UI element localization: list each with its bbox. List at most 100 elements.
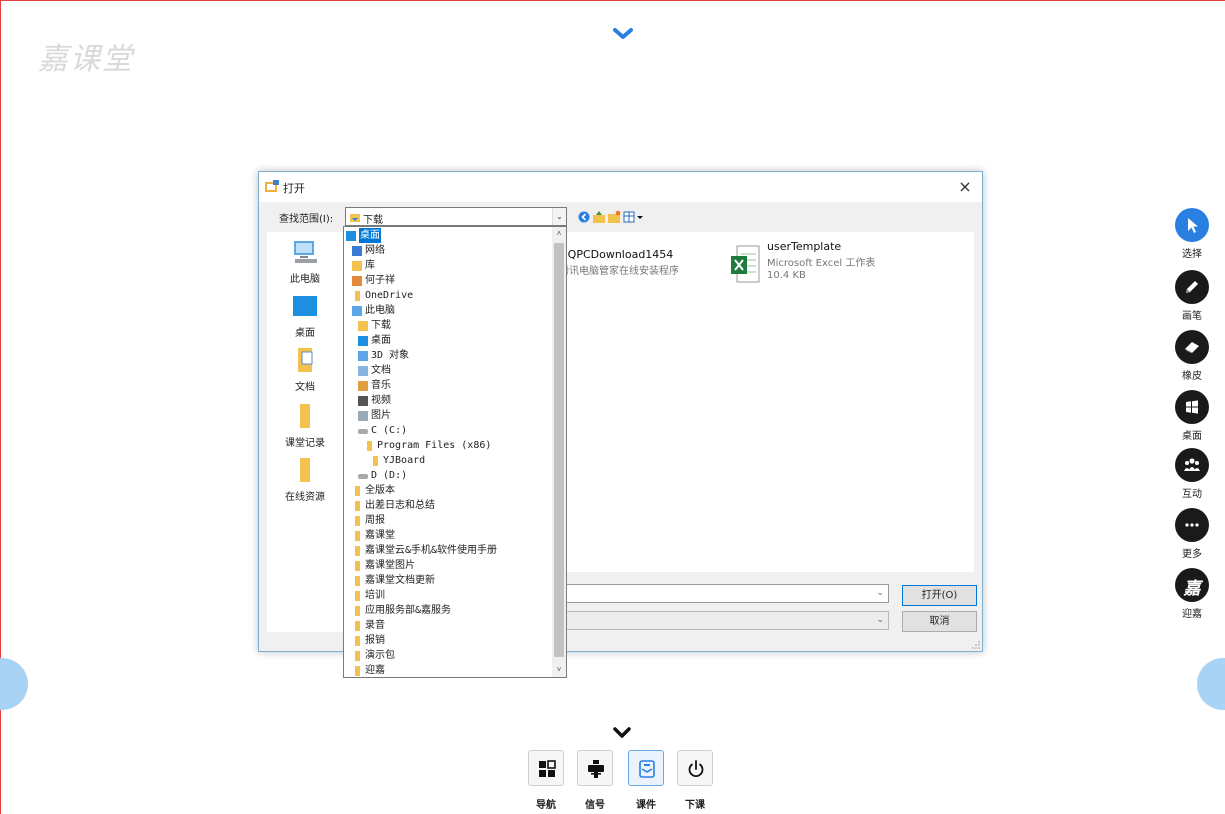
file-item[interactable]: QQPCDownload1454 腾讯电脑管家在线安装程序 <box>545 240 719 288</box>
desktop-icon <box>293 296 317 316</box>
bottom-endclass-button[interactable]: 下课 <box>677 750 713 811</box>
tool-brand[interactable]: 嘉 迎嘉 <box>1173 568 1211 626</box>
cursor-icon <box>1175 208 1209 242</box>
dropdown-item-label: Program Files (x86) <box>377 440 492 451</box>
dropdown-item[interactable]: 桌面 <box>344 228 551 243</box>
dropdown-item-label: OneDrive <box>365 290 414 301</box>
tool-pen[interactable]: 画笔 <box>1173 270 1211 328</box>
tool-select[interactable]: 选择 <box>1173 208 1211 266</box>
dropdown-item[interactable]: YJBoard <box>344 453 551 468</box>
collapse-bottom-chevron-icon[interactable] <box>612 726 632 740</box>
dropdown-item[interactable]: 嘉课堂云&手机&软件使用手册 <box>344 543 551 558</box>
place-desktop[interactable]: 桌面 <box>267 292 343 339</box>
dropdown-item[interactable]: 全版本 <box>344 483 551 498</box>
dropdown-item[interactable]: 出差日志和总结 <box>344 498 551 513</box>
dropdown-item[interactable]: 库 <box>344 258 551 273</box>
open-button[interactable]: 打开(O) <box>902 585 977 606</box>
resize-grip-icon[interactable] <box>972 641 980 649</box>
dropdown-item[interactable]: 应用服务部&嘉服务 <box>344 603 551 618</box>
new-folder-icon[interactable] <box>607 209 621 223</box>
dialog-titlebar: 打开 × <box>259 172 982 202</box>
dropdown-item-label: YJBoard <box>383 455 426 466</box>
file-type-combobox[interactable]: ⌄ <box>559 611 889 630</box>
chevron-down-icon[interactable]: ⌄ <box>552 208 566 225</box>
dropdown-item[interactable]: 培训 <box>344 588 551 603</box>
dropdown-item-label: 桌面 <box>359 228 381 243</box>
drive-icon <box>358 429 368 434</box>
dropdown-item[interactable]: Program Files (x86) <box>344 438 551 453</box>
dropdown-item[interactable]: 嘉课堂文档更新 <box>344 573 551 588</box>
grid-icon <box>528 750 564 786</box>
dropdown-item[interactable]: D (D:) <box>344 468 551 483</box>
dropdown-item[interactable]: 视频 <box>344 393 551 408</box>
collapse-top-chevron-icon[interactable] <box>612 26 634 42</box>
dialog-app-icon <box>265 180 279 192</box>
dropdown-item[interactable]: 迎嘉 <box>344 663 551 677</box>
file-item[interactable]: userTemplate Microsoft Excel 工作表 10.4 KB <box>731 240 947 283</box>
file-name-combobox[interactable]: ⌄ <box>559 584 889 603</box>
scrollbar-thumb[interactable] <box>554 243 564 657</box>
dropdown-scrollbar[interactable]: ˄ ˅ <box>552 227 566 677</box>
cancel-button[interactable]: 取消 <box>902 611 977 632</box>
dropdown-item-label: 文档 <box>371 365 391 376</box>
dropdown-item-label: 培训 <box>365 590 385 601</box>
place-class-records[interactable]: 课堂记录 <box>267 402 343 449</box>
dropdown-item[interactable]: 何子祥 <box>344 273 551 288</box>
dropdown-item[interactable]: 3D 对象 <box>344 348 551 363</box>
place-this-pc[interactable]: 此电脑 <box>267 238 343 285</box>
scroll-down-icon[interactable]: ˅ <box>552 663 566 677</box>
scroll-up-icon[interactable]: ˄ <box>552 227 566 241</box>
look-in-label: 查找范围(I): <box>279 214 334 225</box>
dropdown-item-label: 库 <box>365 260 375 271</box>
dropdown-item[interactable]: 报销 <box>344 633 551 648</box>
dropdown-item[interactable]: C (C:) <box>344 423 551 438</box>
back-icon[interactable] <box>577 209 591 223</box>
dropdown-item[interactable]: 周报 <box>344 513 551 528</box>
up-folder-icon[interactable] <box>592 209 606 223</box>
view-menu-icon[interactable] <box>623 209 645 223</box>
folder-icon <box>355 531 360 541</box>
dropdown-item[interactable]: 演示包 <box>344 648 551 663</box>
close-icon[interactable]: × <box>956 177 974 196</box>
tool-interact[interactable]: 互动 <box>1173 448 1211 506</box>
page-prev-handle[interactable] <box>0 658 28 710</box>
chevron-down-icon[interactable]: ⌄ <box>876 588 884 598</box>
dropdown-item[interactable]: 录音 <box>344 618 551 633</box>
dropdown-item[interactable]: 此电脑 <box>344 303 551 318</box>
dropdown-item[interactable]: 音乐 <box>344 378 551 393</box>
dropdown-item-label: 出差日志和总结 <box>365 500 435 511</box>
brand-icon: 嘉 <box>1175 568 1209 602</box>
bottom-courseware-button[interactable]: 课件 <box>628 750 664 811</box>
tool-desktop[interactable]: 桌面 <box>1173 390 1211 448</box>
look-in-combobox[interactable]: 下载 ⌄ <box>345 207 567 226</box>
dropdown-item-label: 嘉课堂 <box>365 530 395 541</box>
bottom-signal-button[interactable]: 信号 <box>577 750 613 811</box>
folder-icon <box>355 666 360 676</box>
folder-icon <box>355 636 360 646</box>
desktop-icon <box>358 336 368 346</box>
bottom-nav-button[interactable]: 导航 <box>528 750 564 811</box>
dropdown-item[interactable]: 文档 <box>344 363 551 378</box>
dropdown-item[interactable]: 桌面 <box>344 333 551 348</box>
place-online-resources[interactable]: 在线资源 <box>267 456 343 503</box>
dropdown-item[interactable]: 图片 <box>344 408 551 423</box>
chevron-down-icon[interactable]: ⌄ <box>876 615 884 625</box>
dropdown-item[interactable]: 嘉课堂图片 <box>344 558 551 573</box>
folder-icon <box>355 516 360 526</box>
excel-icon <box>731 245 760 283</box>
dropdown-item[interactable]: 网络 <box>344 243 551 258</box>
dropdown-item-label: 应用服务部&嘉服务 <box>365 605 452 616</box>
tool-more[interactable]: 更多 <box>1173 508 1211 566</box>
tool-eraser[interactable]: 橡皮 <box>1173 330 1211 388</box>
dropdown-item[interactable]: 嘉课堂 <box>344 528 551 543</box>
music-icon <box>358 381 368 391</box>
dropdown-item-label: 报销 <box>365 635 385 646</box>
computer-icon <box>294 241 317 263</box>
dropdown-item-label: 3D 对象 <box>371 350 410 361</box>
dropdown-item[interactable]: OneDrive <box>344 288 551 303</box>
page-next-handle[interactable] <box>1197 658 1225 710</box>
dropdown-item-label: 网络 <box>365 245 385 256</box>
dropdown-item[interactable]: 下载 <box>344 318 551 333</box>
place-documents[interactable]: 文档 <box>267 346 343 393</box>
more-icon <box>1175 508 1209 542</box>
